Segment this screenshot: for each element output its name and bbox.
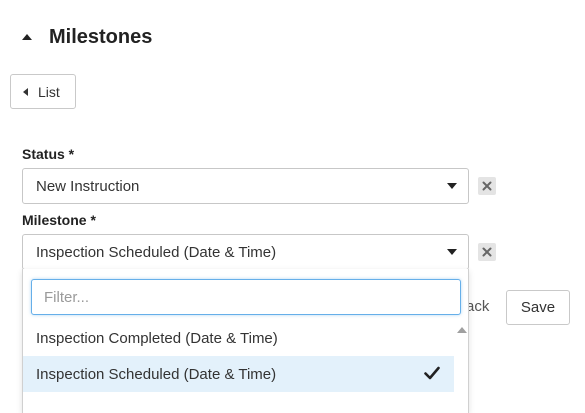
status-clear-button[interactable] (478, 177, 496, 195)
dropdown-option-selected[interactable]: Inspection Scheduled (Date & Time) (23, 356, 454, 392)
option-label: Inspection Completed (Date & Time) (36, 329, 278, 347)
dropdown-option[interactable]: Inspection Completed (Date & Time) (23, 320, 454, 356)
save-button[interactable]: Save (506, 290, 570, 325)
close-icon (482, 181, 492, 191)
list-button[interactable]: List (10, 74, 76, 109)
milestone-dropdown: Inspection Completed (Date & Time) Inspe… (22, 269, 469, 413)
milestone-label: Milestone * (22, 212, 96, 228)
milestone-clear-button[interactable] (478, 243, 496, 261)
status-select-value: New Instruction (36, 177, 140, 195)
milestone-select[interactable]: Inspection Scheduled (Date & Time) (22, 234, 469, 270)
scroll-up-arrow-icon[interactable] (457, 327, 467, 333)
collapse-caret-icon[interactable] (22, 33, 32, 40)
filter-input[interactable] (31, 279, 461, 315)
option-label: Inspection Scheduled (Date & Time) (36, 365, 277, 383)
list-button-label: List (38, 83, 60, 100)
chevron-down-icon (447, 183, 457, 189)
status-select[interactable]: New Instruction (22, 168, 469, 204)
section-title: Milestones (49, 25, 153, 48)
caret-left-icon (23, 87, 28, 96)
chevron-down-icon (447, 249, 457, 255)
milestone-select-value: Inspection Scheduled (Date & Time) (36, 243, 277, 261)
milestones-section-header[interactable]: Milestones (22, 22, 152, 52)
back-button[interactable]: ack (466, 298, 489, 315)
close-icon (482, 247, 492, 257)
checkmark-icon (424, 366, 440, 380)
status-label: Status * (22, 146, 75, 162)
